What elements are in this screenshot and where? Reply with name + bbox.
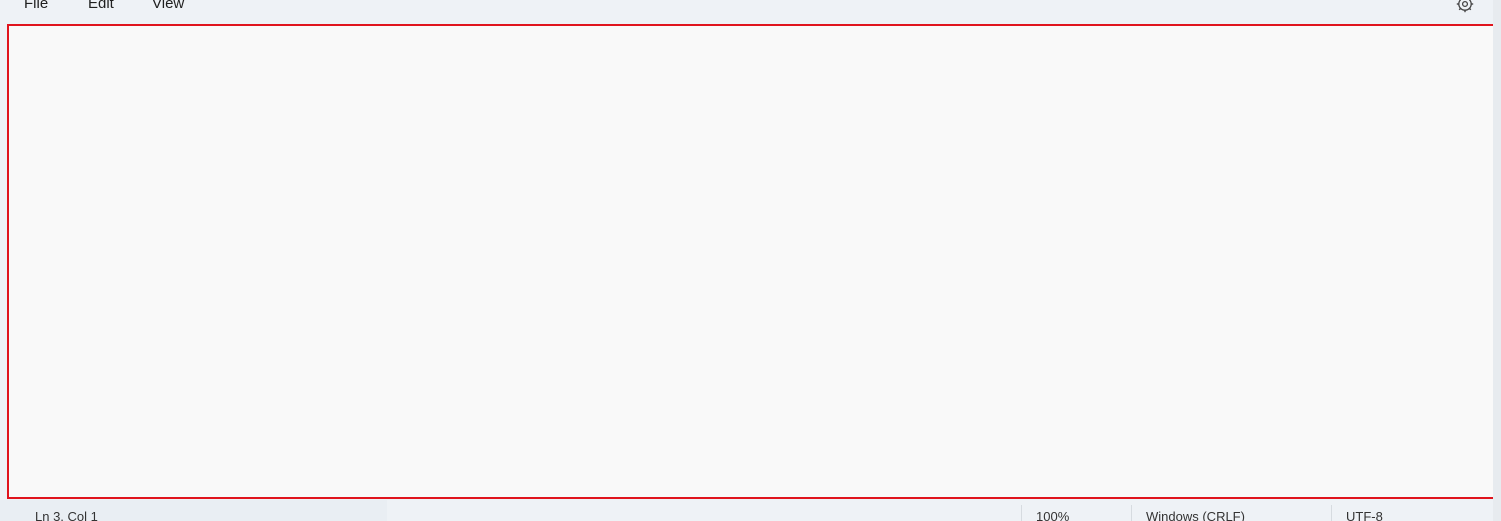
status-divider (1021, 505, 1022, 521)
settings-button[interactable] (1455, 0, 1475, 14)
menu-file[interactable]: File (24, 0, 48, 14)
window-right-edge (1493, 0, 1501, 521)
zoom-level[interactable]: 100% (1036, 509, 1069, 521)
cursor-position: Ln 3, Col 1 (35, 509, 98, 521)
text-editor-window: File Edit View Ln 3, Col 1 100% Windows … (0, 0, 1501, 521)
editor-text-area[interactable] (7, 24, 1496, 499)
status-divider (1131, 505, 1132, 521)
menu-bar: File Edit View (0, 0, 1501, 22)
line-ending[interactable]: Windows (CRLF) (1146, 509, 1245, 521)
editor-content[interactable] (28, 48, 728, 78)
menu-view[interactable]: View (152, 0, 184, 14)
gear-icon (1456, 0, 1474, 13)
status-bar: Ln 3, Col 1 100% Windows (CRLF) UTF-8 (0, 500, 1501, 521)
encoding[interactable]: UTF-8 (1346, 509, 1383, 521)
status-divider (1331, 505, 1332, 521)
menu-edit[interactable]: Edit (88, 0, 114, 14)
